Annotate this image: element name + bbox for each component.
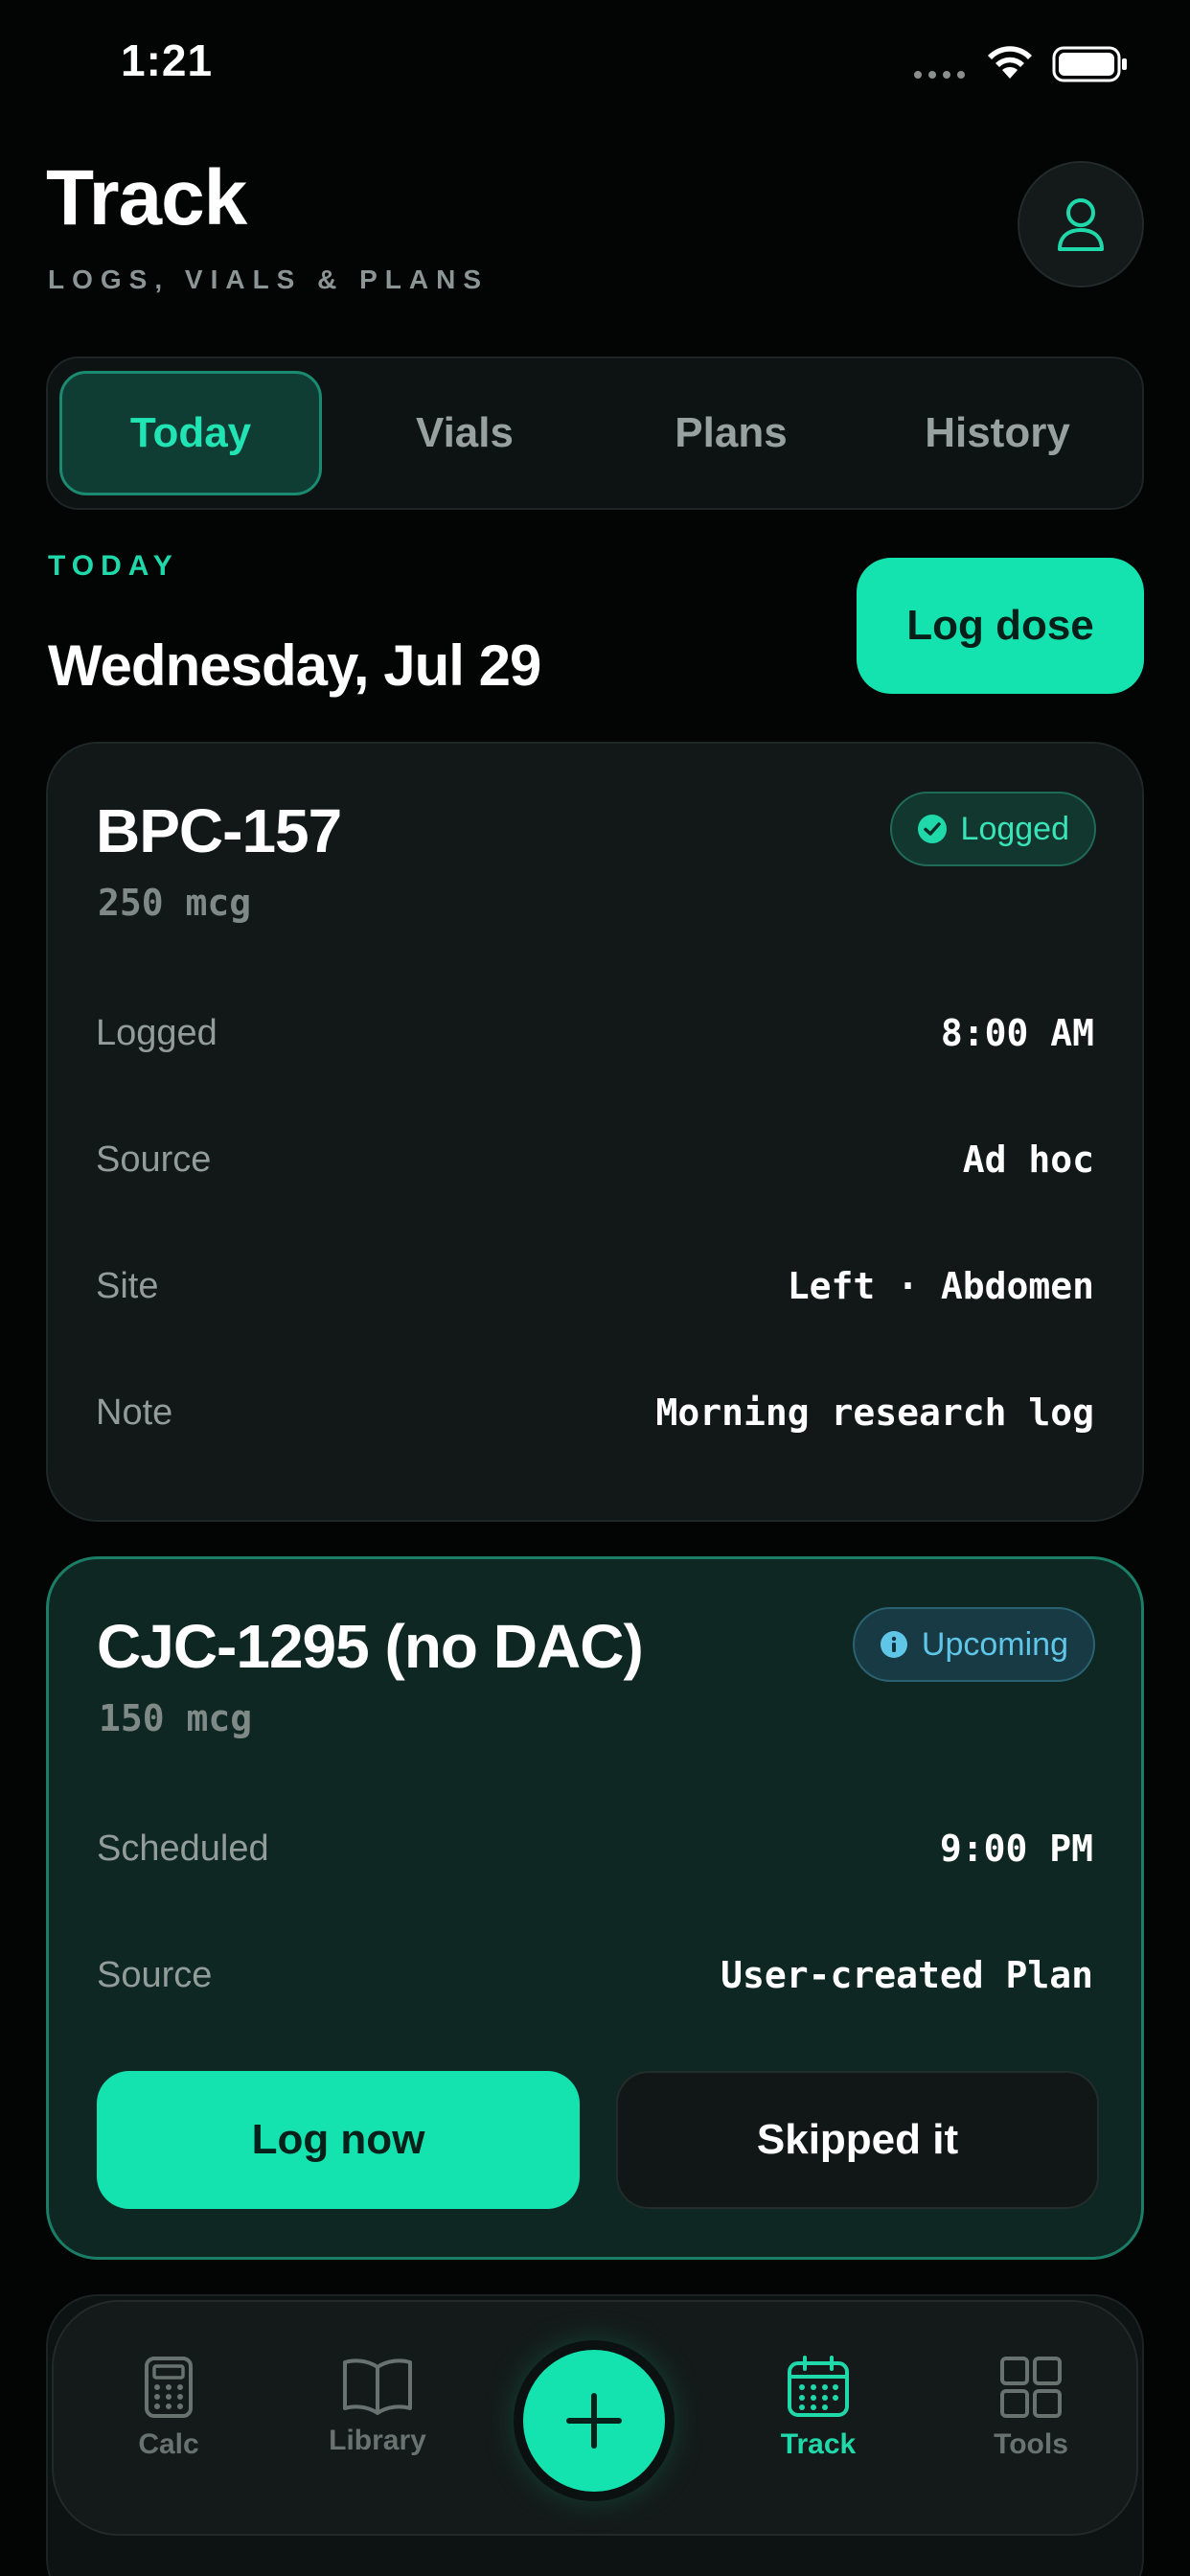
add-button[interactable] <box>523 2350 665 2492</box>
row-label: Source <box>97 1954 213 1995</box>
detail-row: Note Morning research log <box>96 1384 1094 1441</box>
row-label: Scheduled <box>97 1828 269 1869</box>
section-label: TODAY <box>48 550 179 582</box>
row-value: 9:00 PM <box>939 1828 1093 1870</box>
log-now-button[interactable]: Log now <box>97 2071 580 2209</box>
status-badge: Logged <box>889 792 1096 866</box>
user-icon <box>1058 198 1104 251</box>
skipped-it-button[interactable]: Skipped it <box>616 2071 1099 2209</box>
calendar-icon <box>788 2356 849 2417</box>
dose-card-logged[interactable]: BPC-157 250 mcg Logged Logged 8:00 AM So… <box>46 742 1144 1522</box>
plus-icon <box>566 2393 622 2449</box>
tab-history[interactable]: History <box>864 371 1131 495</box>
dose-amount: 150 mcg <box>99 1697 253 1739</box>
nav-item-tools[interactable]: Tools <box>954 2356 1108 2461</box>
nav-label: Calc <box>138 2428 199 2460</box>
nav-item-track[interactable]: Track <box>742 2356 895 2461</box>
wifi-icon <box>988 46 1032 79</box>
status-text: Logged <box>960 810 1069 847</box>
row-label: Source <box>96 1138 212 1180</box>
log-dose-button[interactable]: Log dose <box>857 558 1144 694</box>
grid-icon <box>1000 2357 1062 2418</box>
nav-label: Library <box>329 2425 426 2456</box>
profile-button[interactable] <box>1018 161 1144 288</box>
battery-icon <box>1052 46 1127 82</box>
segmented-tabs: Today Vials Plans History <box>46 356 1144 510</box>
check-circle-icon <box>917 815 947 843</box>
status-text: Upcoming <box>921 1625 1068 1663</box>
signal-icon <box>914 71 965 79</box>
date-heading: Wednesday, Jul 29 <box>48 633 541 698</box>
row-value: Left · Abdomen <box>787 1265 1094 1307</box>
dose-card-upcoming[interactable]: CJC-1295 (no DAC) 150 mcg Upcoming Sched… <box>46 1556 1144 2260</box>
nav-label: Tools <box>994 2428 1068 2460</box>
status-time: 1:21 <box>121 35 214 85</box>
dose-amount: 250 mcg <box>98 882 252 924</box>
peptide-name: CJC-1295 (no DAC) <box>97 1612 644 1681</box>
detail-row: Logged 8:00 AM <box>96 1004 1094 1062</box>
tab-today[interactable]: Today <box>59 371 322 495</box>
detail-row: Scheduled 9:00 PM <box>97 1820 1093 1877</box>
nav-label: Track <box>780 2428 857 2460</box>
nav-item-library[interactable]: Library <box>301 2356 454 2457</box>
detail-row: Source User-created Plan <box>97 1946 1093 2004</box>
row-value: Morning research log <box>655 1392 1094 1434</box>
row-label: Note <box>96 1392 173 1433</box>
nav-item-calc[interactable]: Calc <box>92 2356 245 2461</box>
row-label: Site <box>96 1265 159 1306</box>
row-label: Logged <box>96 1012 217 1053</box>
tab-vials[interactable]: Vials <box>332 371 598 495</box>
book-icon <box>343 2358 412 2415</box>
calculator-icon <box>145 2357 193 2418</box>
status-badge: Upcoming <box>852 1607 1095 1682</box>
peptide-name: BPC-157 <box>96 796 342 865</box>
row-value: User-created Plan <box>721 1954 1093 1996</box>
bottom-nav: Calc Library Track Tools <box>52 2300 1138 2536</box>
page-subtitle: LOGS, VIALS & PLANS <box>48 264 490 294</box>
status-bar: 1:21 <box>0 0 1190 134</box>
tab-plans[interactable]: Plans <box>598 371 864 495</box>
page-title: Track <box>46 154 247 242</box>
row-value: Ad hoc <box>962 1138 1094 1181</box>
row-value: 8:00 AM <box>940 1012 1094 1054</box>
info-icon <box>880 1631 907 1658</box>
detail-row: Source Ad hoc <box>96 1131 1094 1188</box>
detail-row: Site Left · Abdomen <box>96 1257 1094 1315</box>
